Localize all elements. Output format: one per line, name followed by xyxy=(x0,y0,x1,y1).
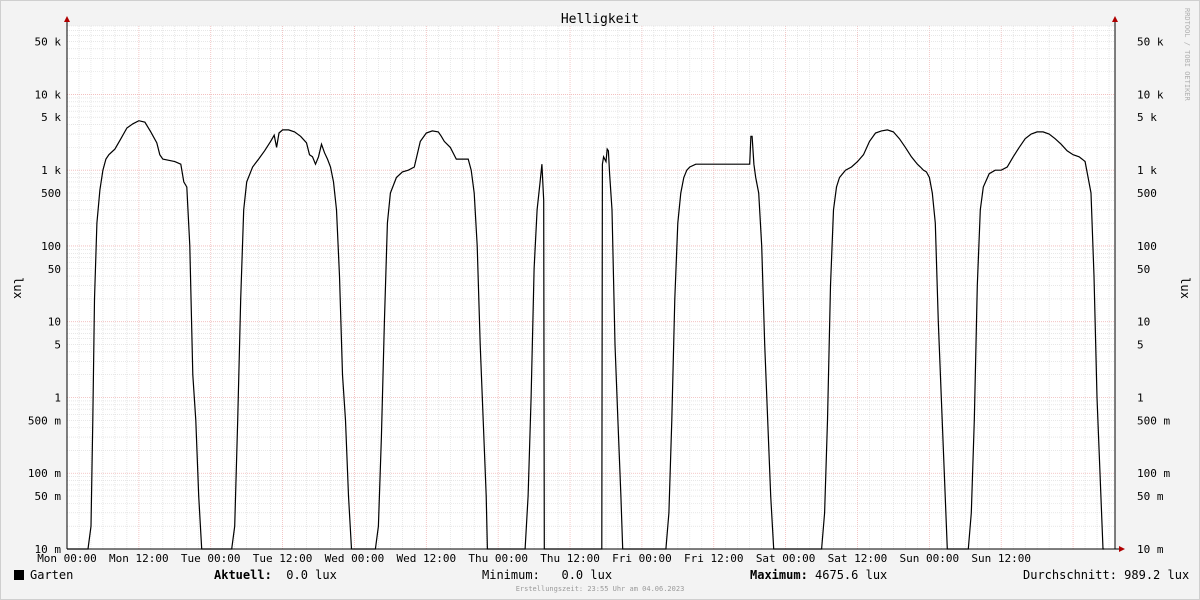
y-tick-label-right: 5 k xyxy=(1137,111,1157,124)
y-tick-label-right: 500 m xyxy=(1137,414,1170,427)
y-tick-label-left: 100 xyxy=(41,240,61,253)
y-tick-label-right: 50 m xyxy=(1137,490,1164,503)
y-tick-label-right: 100 m xyxy=(1137,467,1170,480)
y-tick-label-left: 500 m xyxy=(28,414,61,427)
y-tick-label-left: 500 xyxy=(41,187,61,200)
footer-timestamp: Erstellungszeit: 23:55 Uhr am 04.06.2023 xyxy=(515,585,685,593)
y-axis-label-left: lux xyxy=(11,277,25,299)
x-tick-label: Sat 12:00 xyxy=(828,552,888,565)
y-tick-label-right: 100 xyxy=(1137,240,1157,253)
y-axis-label-right: lux xyxy=(1178,277,1192,299)
legend-series-label: Garten xyxy=(30,568,74,582)
legend-avg-value: 989.2 lux xyxy=(1124,568,1190,582)
legend-avg-label: Durchschnitt: xyxy=(1023,568,1117,582)
y-tick-label-left: 100 m xyxy=(28,467,61,480)
legend-average: Durchschnitt: 989.2 lux xyxy=(1023,568,1189,582)
legend-current-value: 0.0 lux xyxy=(286,568,337,582)
chart-svg: 50 k 10 k 5 k 1 k 500 100 50 10 5 1 500 m 100 m 50 m… xyxy=(11,12,1192,565)
y-tick-label-left: 1 k xyxy=(41,164,61,177)
y-tick-label-right: 5 xyxy=(1137,339,1144,352)
y-tick-label-right: 50 xyxy=(1137,263,1150,276)
watermark: RRDTOOL / TOBI OETIKER xyxy=(1181,6,1193,126)
legend-maximum: Maximum: 4675.6 lux xyxy=(750,568,887,582)
chart-title: Helligkeit xyxy=(561,12,639,27)
y-tick-label-left: 50 xyxy=(48,263,61,276)
legend-swatch xyxy=(14,570,24,580)
x-tick-label: Fri 12:00 xyxy=(684,552,744,565)
y-tick-labels-right: 50 k 10 k 5 k 1 k 500 100 50 10 5 1 500 m 100 m 50 m… xyxy=(1137,35,1170,556)
y-tick-label-right: 10 k xyxy=(1137,88,1164,101)
x-tick-label: Tue 00:00 xyxy=(181,552,241,565)
y-tick-label-right: 50 k xyxy=(1137,35,1164,48)
x-tick-labels: Mon 00:00 Mon 12:00 Tue 00:00 Tue 12:00 Wed … xyxy=(37,552,1031,565)
y-tick-label-left: 50 m xyxy=(35,490,62,503)
legend-current-label: Aktuell: xyxy=(214,568,272,582)
x-tick-label: Wed 00:00 xyxy=(325,552,385,565)
legend-max-value: 4675.6 lux xyxy=(815,568,888,582)
x-tick-label: Fri 00:00 xyxy=(612,552,672,565)
watermark-text: RRDTOOL / TOBI OETIKER xyxy=(1183,8,1191,102)
y-tick-label-right: 10 m xyxy=(1137,543,1164,556)
y-tick-label-left: 1 xyxy=(54,391,61,404)
y-axis-arrow-right xyxy=(1112,16,1118,22)
legend-min-label: Minimum: xyxy=(482,568,540,582)
y-tick-label-left: 5 k xyxy=(41,111,61,124)
x-tick-label: Wed 12:00 xyxy=(397,552,457,565)
legend-min-value: 0.0 lux xyxy=(561,568,613,582)
x-tick-label: Thu 12:00 xyxy=(540,552,600,565)
y-tick-label-right: 10 xyxy=(1137,316,1150,329)
x-tick-label: Sun 12:00 xyxy=(971,552,1031,565)
x-tick-label: Tue 12:00 xyxy=(253,552,313,565)
legend-max-label: Maximum: xyxy=(750,568,808,582)
y-tick-label-left: 5 xyxy=(54,339,61,352)
y-axis-arrow-left xyxy=(64,16,70,22)
x-tick-label: Sat 00:00 xyxy=(756,552,816,565)
y-tick-label-left: 10 k xyxy=(35,88,62,101)
plot-background xyxy=(67,26,1115,549)
x-axis-arrow xyxy=(1119,546,1125,552)
x-tick-label: Mon 00:00 xyxy=(37,552,97,565)
y-tick-label-left: 50 k xyxy=(35,35,62,48)
y-tick-label-right: 1 xyxy=(1137,391,1144,404)
y-tick-label-right: 500 xyxy=(1137,187,1157,200)
y-tick-labels-left: 50 k 10 k 5 k 1 k 500 100 50 10 5 1 500 m 100 m 50 m… xyxy=(28,35,61,556)
legend-minimum: Minimum: 0.0 lux xyxy=(482,568,612,582)
y-tick-label-right: 1 k xyxy=(1137,164,1157,177)
y-tick-label-left: 10 xyxy=(48,316,61,329)
x-tick-label: Sun 00:00 xyxy=(900,552,960,565)
legend-current: Aktuell: 0.0 lux xyxy=(214,568,337,582)
x-tick-label: Thu 00:00 xyxy=(468,552,528,565)
x-tick-label: Mon 12:00 xyxy=(109,552,169,565)
